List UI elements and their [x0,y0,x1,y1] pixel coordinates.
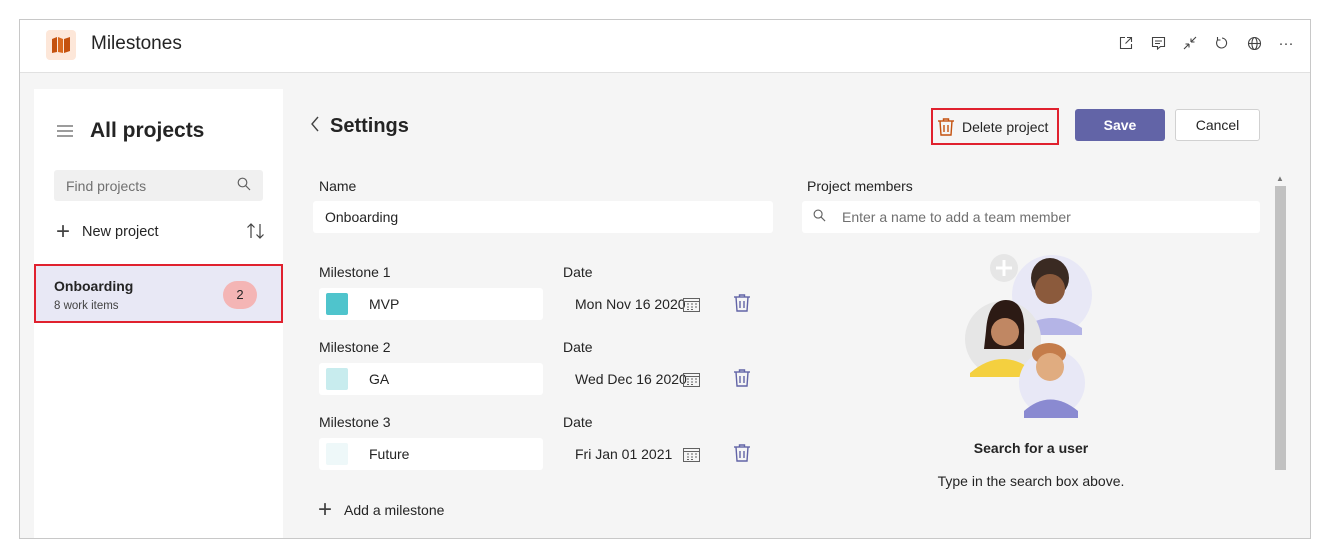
milestone-date: Fri Jan 01 2021 [575,446,673,462]
plus-icon: + [318,496,333,523]
milestone-color-swatch[interactable] [326,443,348,465]
search-user-hint: Type in the search box above. [937,473,1125,489]
date-label: Date [563,414,593,430]
add-milestone-button[interactable]: + Add a milestone [318,496,445,523]
milestone-color-swatch[interactable] [326,293,348,315]
milestone-label: Milestone 1 [319,264,391,280]
milestone-color-swatch[interactable] [326,368,348,390]
delete-milestone-icon[interactable] [733,293,751,313]
delete-project-button[interactable]: Delete project [931,108,1059,145]
search-user-heading: Search for a user [973,440,1089,456]
milestone-date-field[interactable]: Fri Jan 01 2021 [562,438,702,470]
app-header: Milestones ··· [20,20,1310,73]
scrollbar-thumb[interactable] [1275,186,1286,470]
project-name: Onboarding [54,278,134,294]
delete-milestone-icon[interactable] [733,368,751,388]
delete-project-label: Delete project [962,118,1049,135]
minimize-icon[interactable] [1180,33,1200,53]
milestone-name-field[interactable]: GA [319,363,543,395]
refresh-icon[interactable] [1212,33,1232,53]
delete-milestone-icon[interactable] [733,443,751,463]
app-title: Milestones [91,33,182,54]
milestone-name-field[interactable]: Future [319,438,543,470]
new-project-label: New project [82,224,159,240]
member-search-placeholder: Enter a name to add a team member [842,209,1071,225]
back-chevron-icon[interactable] [310,116,320,137]
settings-title: Settings [330,115,409,137]
calendar-icon[interactable] [683,447,700,462]
date-label: Date [563,339,593,355]
project-members-label: Project members [807,178,913,194]
calendar-icon[interactable] [683,372,700,387]
app-window: Milestones ··· All projects Find project… [19,19,1311,539]
project-count-badge: 2 [223,281,257,309]
header-actions: ··· [1116,33,1296,53]
plus-icon: + [56,218,71,245]
milestone-name-field[interactable]: MVP [319,288,543,320]
milestone-date-field[interactable]: Wed Dec 16 2020 [562,363,702,395]
milestone-date: Wed Dec 16 2020 [575,371,687,387]
search-icon [237,177,251,191]
milestone-name: Future [369,446,410,462]
project-name-field[interactable]: Onboarding [313,201,773,233]
name-label: Name [319,178,357,194]
milestone-name: MVP [369,296,400,312]
settings-panel: Settings Delete project Save Cancel Name… [284,89,1292,538]
milestone-date: Mon Nov 16 2020 [575,296,686,312]
find-projects-placeholder: Find projects [66,178,147,194]
calendar-icon[interactable] [683,297,700,312]
projects-sidebar: All projects Find projects + New project… [34,89,283,538]
chat-icon[interactable] [1148,33,1168,53]
scroll-up-icon[interactable]: ▲ [1276,174,1284,183]
milestones-logo-icon [46,30,76,60]
sidebar-header: All projects [56,119,204,143]
popout-icon[interactable] [1116,33,1136,53]
sort-icon[interactable] [246,223,265,244]
date-label: Date [563,264,593,280]
new-project-button[interactable]: + New project [56,218,159,245]
add-milestone-label: Add a milestone [344,502,445,518]
milestone-name: GA [369,371,390,387]
project-item-onboarding[interactable]: Onboarding 8 work items 2 [34,264,283,323]
cancel-button[interactable]: Cancel [1175,109,1260,141]
milestone-date-field[interactable]: Mon Nov 16 2020 [562,288,702,320]
member-search-input[interactable]: Enter a name to add a team member [802,201,1260,233]
project-work-items: 8 work items [54,300,119,312]
hamburger-menu-icon[interactable] [56,124,74,138]
find-projects-input[interactable]: Find projects [54,170,263,201]
sidebar-title: All projects [90,119,205,142]
search-icon [813,209,826,222]
trash-icon [938,117,954,136]
scrollbar[interactable]: ▲ [1274,174,1287,538]
more-icon[interactable]: ··· [1276,33,1296,53]
milestone-label: Milestone 2 [319,339,391,355]
people-illustration-icon [965,254,1092,418]
save-button[interactable]: Save [1075,109,1165,141]
settings-header: Settings [310,115,409,138]
milestone-label: Milestone 3 [319,414,391,430]
globe-icon[interactable] [1244,33,1264,53]
